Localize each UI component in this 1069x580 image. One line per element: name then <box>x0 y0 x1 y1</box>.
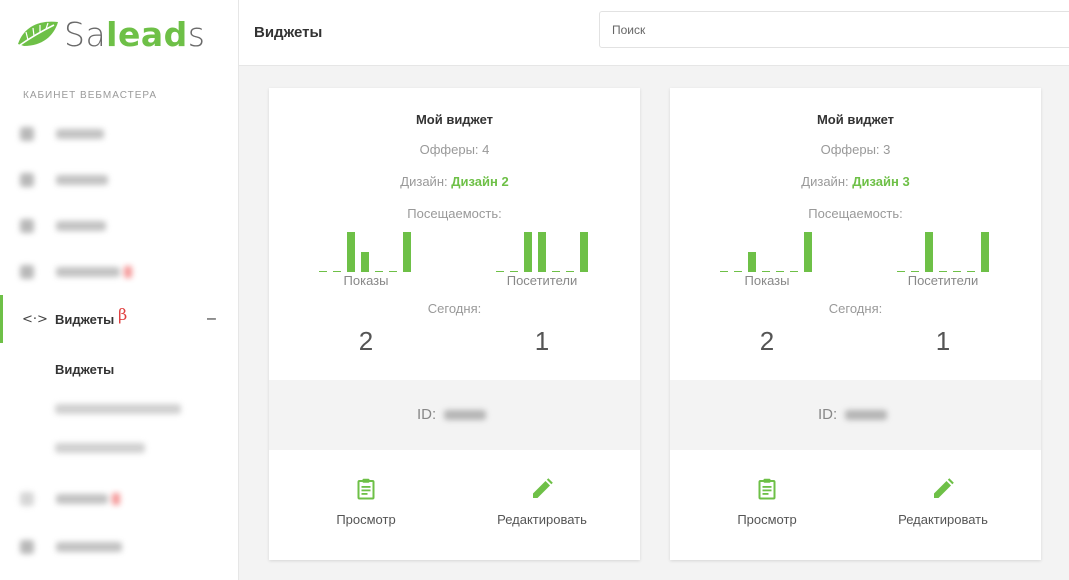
design-link[interactable]: Дизайн 3 <box>852 174 909 189</box>
visitors-chart <box>496 232 588 272</box>
subitem-blurred-1[interactable] <box>55 404 181 414</box>
chart-bar <box>925 232 933 272</box>
widget-title: Мой виджет <box>816 112 895 127</box>
chart-bar <box>566 271 574 272</box>
edit-button[interactable]: Редактировать <box>482 478 602 527</box>
design-link[interactable]: Дизайн 2 <box>451 174 508 189</box>
logo[interactable]: Saleads <box>16 14 205 54</box>
code-arrows-icon: <·> <box>22 311 48 327</box>
chart-bar <box>580 232 588 272</box>
id-value-blurred <box>444 410 486 420</box>
shows-today-count: 2 <box>358 326 374 356</box>
shows-today-count: 2 <box>759 326 775 356</box>
chart-bar <box>981 232 989 272</box>
design-info: Дизайн: Дизайн 3 <box>670 174 1041 189</box>
design-info: Дизайн: Дизайн 2 <box>269 174 640 189</box>
chart-bar <box>953 271 961 272</box>
design-label: Дизайн: <box>801 174 849 189</box>
offers-count: Офферы: 3 <box>820 142 891 157</box>
leaf-logo-icon <box>18 21 58 46</box>
sidebar-item-blurred-2[interactable] <box>20 173 108 187</box>
beta-badge: β <box>118 305 128 324</box>
chart-bar <box>748 252 756 272</box>
logo-text-b: lead <box>106 14 188 54</box>
chart-bar <box>319 271 327 272</box>
collapse-toggle[interactable]: – <box>207 310 216 328</box>
shows-chart <box>319 232 411 272</box>
subitem-widgets[interactable]: Виджеты <box>55 362 114 377</box>
visitors-chart <box>897 232 989 272</box>
chart-bar <box>720 271 728 272</box>
sidebar-item-blurred-6[interactable] <box>20 540 122 554</box>
logo-text-c: s <box>187 14 206 54</box>
visitors-today-count: 1 <box>534 326 550 356</box>
chart-bar <box>538 232 546 272</box>
pencil-icon <box>934 478 954 498</box>
chart-bar <box>389 271 397 272</box>
top-header: Виджеты <box>239 0 1069 66</box>
search-input[interactable] <box>599 11 1069 48</box>
today-label: Сегодня: <box>427 301 482 316</box>
chart-bar <box>524 232 532 272</box>
chart-bar <box>804 232 812 272</box>
edit-button[interactable]: Редактировать <box>883 478 1003 527</box>
shows-chart <box>720 232 812 272</box>
subitem-blurred-2[interactable] <box>55 443 145 453</box>
chart-bar <box>361 252 369 272</box>
widget-title: Мой виджет <box>415 112 494 127</box>
visitors-today-count: 1 <box>935 326 951 356</box>
visits-label: Посещаемость: <box>808 206 903 221</box>
chart-bar <box>734 271 742 272</box>
design-label: Дизайн: <box>400 174 448 189</box>
offers-count: Офферы: 4 <box>419 142 490 157</box>
view-label: Просмотр <box>336 512 396 527</box>
edit-label: Редактировать <box>497 512 587 527</box>
id-label: ID: <box>818 406 838 423</box>
chart-bar <box>403 232 411 272</box>
active-indicator <box>0 295 3 343</box>
chart-bar <box>347 232 355 272</box>
widget-card: Мой виджет Офферы: 3 Дизайн: Дизайн 3 По… <box>670 88 1041 560</box>
chart-bar <box>897 271 905 272</box>
view-label: Просмотр <box>737 512 797 527</box>
visitors-label: Посетители <box>506 273 578 288</box>
page-title: Виджеты <box>254 24 323 41</box>
sidebar-item-blurred-5[interactable] <box>20 492 120 506</box>
logo-text-a: Sa <box>64 14 107 54</box>
chart-bar <box>552 271 560 272</box>
sidebar: Saleads Кабинет вебмастера <·> Виджеты β… <box>0 0 239 580</box>
sidebar-item-blurred-4[interactable] <box>20 265 132 279</box>
widget-card: Мой виджет Офферы: 4 Дизайн: Дизайн 2 По… <box>269 88 640 560</box>
shows-label: Показы <box>343 273 389 288</box>
chart-bar <box>496 271 504 272</box>
chart-bar <box>375 271 383 272</box>
chart-bar <box>939 271 947 272</box>
logo-text: Saleads <box>64 15 205 54</box>
today-label: Сегодня: <box>828 301 883 316</box>
chart-bar <box>333 271 341 272</box>
chart-bar <box>510 271 518 272</box>
chart-bar <box>967 271 975 272</box>
id-value-blurred <box>845 410 887 420</box>
sidebar-section-title: Кабинет вебмастера <box>23 90 158 101</box>
sidebar-item-label: Виджеты <box>55 311 115 327</box>
view-button[interactable]: Просмотр <box>324 478 408 527</box>
chart-bar <box>776 271 784 272</box>
edit-label: Редактировать <box>898 512 988 527</box>
chart-bar <box>911 271 919 272</box>
shows-label: Показы <box>744 273 790 288</box>
sidebar-item-blurred-1[interactable] <box>20 127 104 141</box>
sidebar-item-blurred-3[interactable] <box>20 219 106 233</box>
visits-label: Посещаемость: <box>407 206 502 221</box>
chart-bar <box>762 271 770 272</box>
visitors-label: Посетители <box>907 273 979 288</box>
id-label: ID: <box>417 406 437 423</box>
view-button[interactable]: Просмотр <box>725 478 809 527</box>
sidebar-item-widgets[interactable]: <·> Виджеты β – <box>0 295 239 343</box>
clipboard-icon <box>758 478 776 500</box>
pencil-icon <box>533 478 553 498</box>
chart-bar <box>790 271 798 272</box>
clipboard-icon <box>357 478 375 500</box>
